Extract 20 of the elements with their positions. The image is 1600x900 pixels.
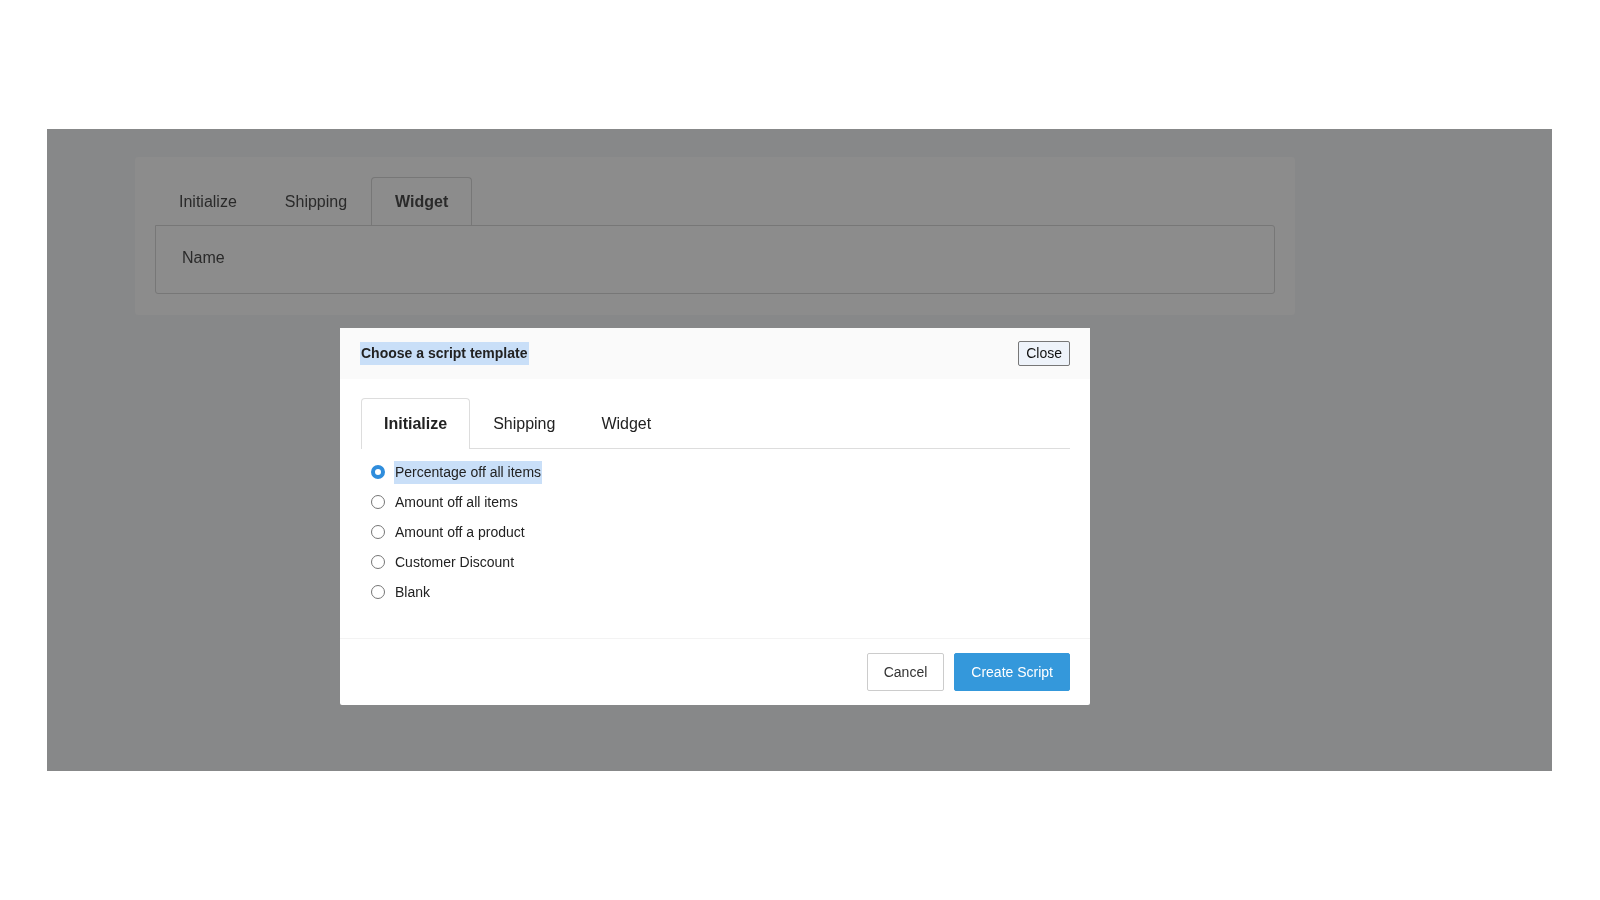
radio-button[interactable] [371,555,385,569]
dialog-title: Choose a script template [360,342,529,365]
tab[interactable]: Initialize [361,398,471,449]
option-label: Customer Discount [394,552,516,572]
radio-button[interactable] [371,495,385,509]
radio-button[interactable] [371,465,385,479]
radio-button[interactable] [371,525,385,539]
radio-button[interactable] [371,585,385,599]
option-label: Amount off a product [394,522,526,542]
tab[interactable]: Shipping [470,398,579,449]
tab[interactable]: Initialize [155,177,261,226]
tab[interactable]: Shipping [260,177,372,226]
option-label: Percentage off all items [394,460,543,484]
option-label: Blank [394,582,432,602]
field-label: Name [182,249,225,266]
option-label: Amount off all items [394,492,519,512]
cancel-button[interactable]: Cancel [866,653,945,691]
tab[interactable]: Widget [371,177,473,226]
close-button[interactable]: Close [1018,341,1070,366]
tab[interactable]: Widget [578,398,675,449]
